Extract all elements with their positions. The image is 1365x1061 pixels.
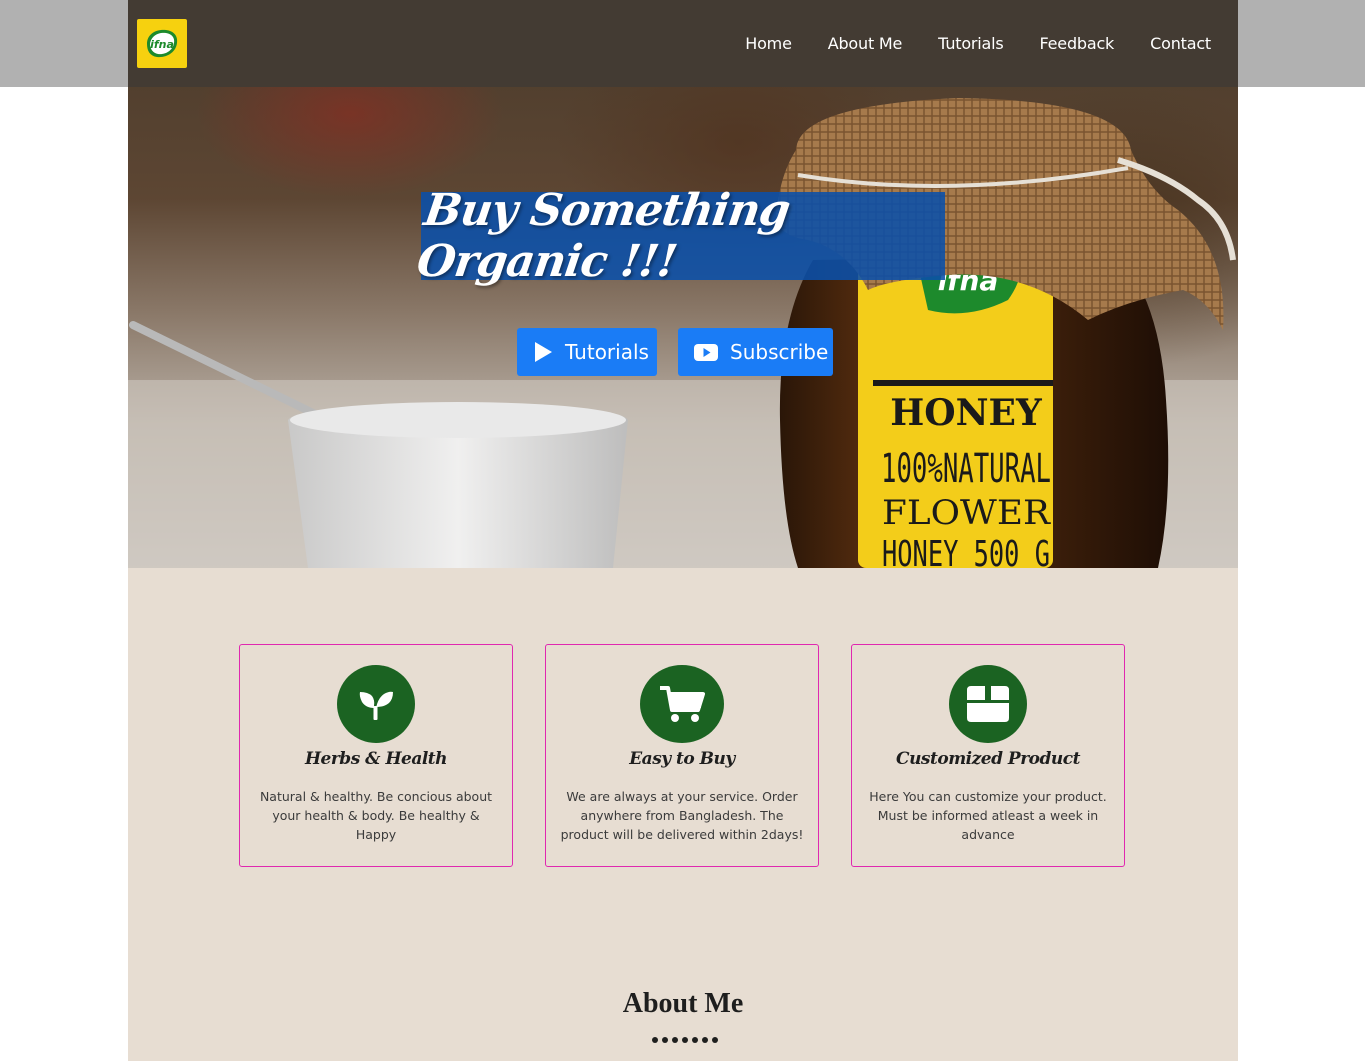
seedling-icon [337, 665, 415, 743]
feature-card-easy-buy: Easy to Buy We are always at your servic… [545, 644, 819, 867]
box-icon [949, 665, 1027, 743]
jar-label-natural: 100%NATURAL [881, 446, 1051, 492]
subscribe-button-label: Subscribe [730, 340, 829, 364]
nav-tutorials[interactable]: Tutorials [938, 34, 1004, 53]
feature-text: Natural & healthy. Be concious about you… [259, 789, 493, 842]
jar-label-flower: FLOWER [882, 493, 1051, 533]
top-navbar: ifna Home About Me Tutorials Feedback Co… [0, 0, 1365, 87]
jar-label-weight: HONEY 500 G [882, 534, 1050, 568]
svg-text:ifna: ifna [150, 38, 174, 51]
section-divider-dots [652, 1037, 718, 1043]
youtube-icon [694, 343, 718, 361]
feature-text: Here You can customize your product. Mus… [869, 789, 1107, 842]
nav-home[interactable]: Home [745, 34, 792, 53]
feature-title: Herbs & Health [304, 749, 448, 769]
feature-title: Easy to Buy [629, 749, 735, 769]
brand-logo[interactable]: ifna [137, 19, 187, 68]
subscribe-button[interactable]: Subscribe [678, 328, 833, 376]
main-nav: Home About Me Tutorials Feedback Contact [745, 0, 1211, 87]
features-section: Herbs & Health Natural & healthy. Be con… [128, 568, 1238, 1061]
feature-title: Customized Product [896, 749, 1080, 769]
nav-contact[interactable]: Contact [1150, 34, 1211, 53]
jar-label-honey: HONEY [890, 392, 1043, 434]
hero-headline: Buy Something Organic !!! [413, 185, 793, 287]
feature-card-herbs: Herbs & Health Natural & healthy. Be con… [239, 644, 513, 867]
ifna-logo-icon: ifna [147, 29, 178, 57]
play-icon [533, 341, 553, 363]
nav-about-me[interactable]: About Me [828, 34, 903, 53]
tutorials-button[interactable]: Tutorials [517, 328, 657, 376]
feature-card-customized: Customized Product Here You can customiz… [851, 644, 1125, 867]
navbar-inner: ifna Home About Me Tutorials Feedback Co… [128, 0, 1238, 87]
nav-feedback[interactable]: Feedback [1040, 34, 1115, 53]
feature-text: We are always at your service. Order any… [560, 789, 804, 842]
tutorials-button-label: Tutorials [565, 340, 649, 364]
cart-icon [640, 665, 724, 743]
hero-headline-banner: Buy Something Organic !!! [414, 185, 945, 287]
about-section-title: About Me [622, 988, 744, 1019]
